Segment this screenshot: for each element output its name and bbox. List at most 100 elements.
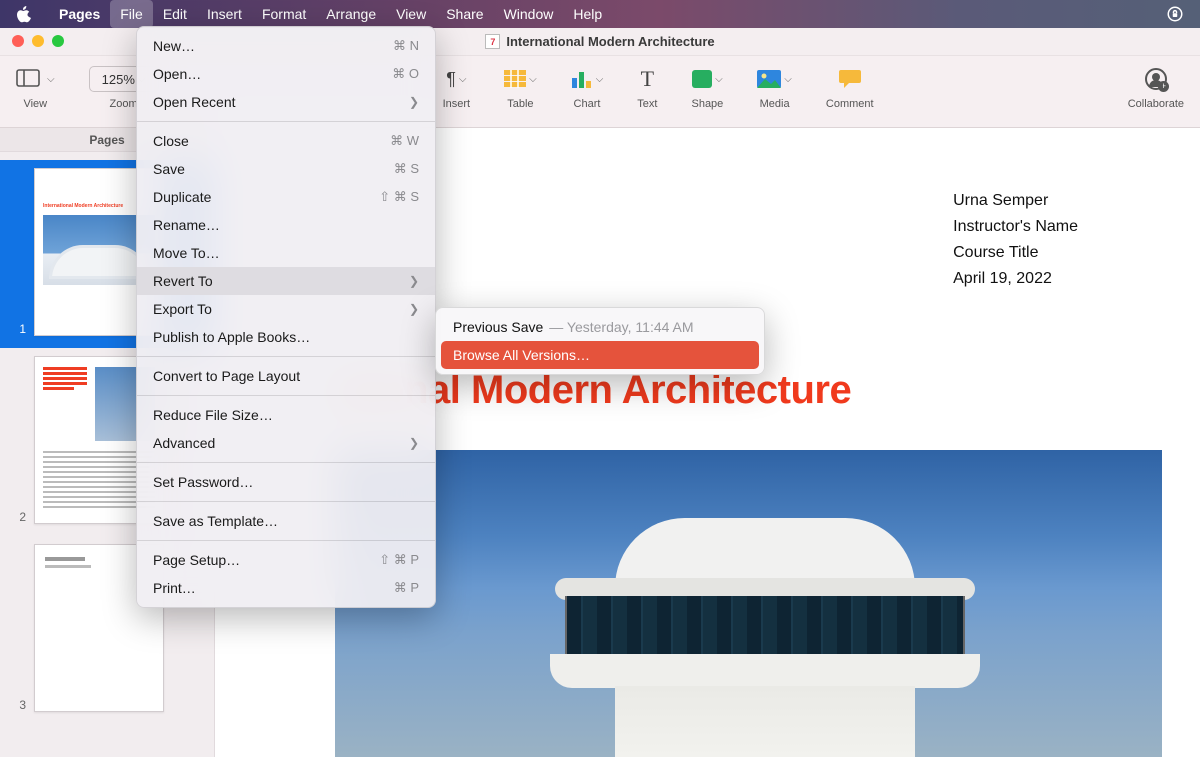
- system-menubar: Pages File Edit Insert Format Arrange Vi…: [0, 0, 1200, 28]
- toolbar-view-label: View: [23, 98, 47, 110]
- menu-item-label: Reduce File Size…: [153, 407, 273, 423]
- collaborate-icon: +: [1145, 66, 1167, 92]
- menu-item-shortcut: ⌘ N: [393, 38, 419, 54]
- lock-menubar-icon[interactable]: [1166, 5, 1184, 23]
- menu-insert[interactable]: Insert: [197, 0, 252, 28]
- menu-view[interactable]: View: [386, 0, 436, 28]
- menu-separator: [137, 540, 435, 541]
- page-number: 2: [14, 510, 26, 524]
- toolbar-chart-label: Chart: [574, 98, 601, 110]
- file-menu-print[interactable]: Print… ⌘ P: [137, 574, 435, 602]
- view-icon: ⌵: [16, 66, 55, 92]
- toolbar-shape[interactable]: ⌵ Shape: [691, 66, 723, 110]
- menu-share[interactable]: Share: [436, 0, 493, 28]
- file-menu-advanced[interactable]: Advanced❯: [137, 429, 435, 457]
- toolbar-insert-label: Insert: [443, 98, 471, 110]
- menu-item-label: Revert To: [153, 273, 213, 289]
- toolbar-text[interactable]: T Text: [637, 66, 657, 110]
- toolbar-media[interactable]: ⌵ Media: [757, 66, 792, 110]
- menu-item-label: Page Setup…: [153, 552, 240, 568]
- table-icon: ⌵: [504, 66, 537, 92]
- menu-help[interactable]: Help: [563, 0, 612, 28]
- menu-item-shortcut: ⌘ O: [392, 66, 419, 82]
- submenu-browse-versions[interactable]: Browse All Versions…: [441, 341, 759, 369]
- toolbar-media-label: Media: [760, 98, 790, 110]
- file-menu-export-to[interactable]: Export To ❯: [137, 295, 435, 323]
- toolbar-shape-label: Shape: [691, 98, 723, 110]
- doc-date: April 19, 2022: [953, 266, 1078, 292]
- file-menu-open[interactable]: Open… ⌘ O: [137, 60, 435, 88]
- window-close-button[interactable]: [12, 35, 24, 47]
- chevron-right-icon: ❯: [409, 274, 419, 288]
- file-menu-page-setup[interactable]: Page Setup…⇧ ⌘ P: [137, 546, 435, 574]
- doc-instructor: Instructor's Name: [953, 214, 1078, 240]
- menu-file[interactable]: File: [110, 0, 153, 28]
- revert-to-submenu: Previous Save — Yesterday, 11:44 AM Brow…: [435, 307, 765, 375]
- toolbar-comment[interactable]: Comment: [826, 66, 874, 110]
- menu-item-shortcut: ⌘ S: [394, 161, 419, 177]
- document-title: International Modern Architecture: [506, 34, 714, 49]
- menu-separator: [137, 121, 435, 122]
- menu-item-label: Advanced: [153, 435, 215, 451]
- doc-course: Course Title: [953, 240, 1078, 266]
- toolbar-insert[interactable]: ¶⌵ Insert: [443, 66, 471, 110]
- toolbar-comment-label: Comment: [826, 98, 874, 110]
- previous-save-timestamp: — Yesterday, 11:44 AM: [549, 319, 693, 335]
- chevron-right-icon: ❯: [409, 302, 419, 316]
- window-traffic-lights: [12, 35, 64, 47]
- toolbar-view[interactable]: ⌵ View: [16, 66, 55, 110]
- menu-window[interactable]: Window: [494, 0, 564, 28]
- document-proxy-icon[interactable]: 7: [485, 34, 500, 49]
- menu-item-label: Open…: [153, 66, 201, 82]
- file-menu-convert-to-page-layout[interactable]: Convert to Page Layout: [137, 362, 435, 390]
- menu-format[interactable]: Format: [252, 0, 316, 28]
- file-menu-publish-to-apple-books[interactable]: Publish to Apple Books…: [137, 323, 435, 351]
- menu-item-shortcut: ⇧ ⌘ S: [379, 189, 419, 205]
- apple-menu-icon[interactable]: [16, 6, 31, 23]
- file-menu-save[interactable]: Save ⌘ S: [137, 155, 435, 183]
- file-menu-revert-to[interactable]: Revert To ❯: [137, 267, 435, 295]
- toolbar-chart[interactable]: ⌵ Chart: [571, 66, 604, 110]
- menu-edit[interactable]: Edit: [153, 0, 197, 28]
- window-zoom-button[interactable]: [52, 35, 64, 47]
- chevron-right-icon: ❯: [409, 95, 419, 109]
- menu-item-label: Export To: [153, 301, 212, 317]
- media-icon: ⌵: [757, 66, 792, 92]
- menu-arrange[interactable]: Arrange: [316, 0, 386, 28]
- zoom-value: 125%: [102, 72, 135, 87]
- file-menu-save-as-template[interactable]: Save as Template…: [137, 507, 435, 535]
- menu-item-label: Save as Template…: [153, 513, 278, 529]
- previous-save-label: Previous Save: [453, 319, 543, 335]
- file-menu-close[interactable]: Close⌘ W: [137, 127, 435, 155]
- toolbar-text-label: Text: [637, 98, 657, 110]
- menu-item-label: Move To…: [153, 245, 220, 261]
- menu-item-label: New…: [153, 38, 195, 54]
- file-menu-move-to[interactable]: Move To…: [137, 239, 435, 267]
- menu-item-label: Close: [153, 133, 189, 149]
- comment-icon: [839, 66, 861, 92]
- document-hero-image: [335, 450, 1162, 757]
- document-header-block: Urna Semper Instructor's Name Course Tit…: [953, 188, 1078, 292]
- app-menu-pages[interactable]: Pages: [49, 0, 110, 28]
- toolbar-table[interactable]: ⌵ Table: [504, 66, 537, 110]
- file-menu-dropdown: New… ⌘ N Open… ⌘ O Open Recent❯ Close⌘ W Save ⌘…: [136, 26, 436, 608]
- file-menu-set-password[interactable]: Set Password…: [137, 468, 435, 496]
- file-menu-duplicate[interactable]: Duplicate⇧ ⌘ S: [137, 183, 435, 211]
- submenu-previous-save[interactable]: Previous Save — Yesterday, 11:44 AM: [441, 313, 759, 341]
- window-minimize-button[interactable]: [32, 35, 44, 47]
- file-menu-reduce-file-size[interactable]: Reduce File Size…: [137, 401, 435, 429]
- file-menu-rename[interactable]: Rename…: [137, 211, 435, 239]
- menu-item-label: Save: [153, 161, 185, 177]
- menu-item-shortcut: ⌘ P: [394, 580, 419, 596]
- file-menu-open-recent[interactable]: Open Recent❯: [137, 88, 435, 116]
- file-menu-new[interactable]: New… ⌘ N: [137, 32, 435, 60]
- menu-separator: [137, 462, 435, 463]
- menu-item-label: Print…: [153, 580, 196, 596]
- menu-item-label: Set Password…: [153, 474, 253, 490]
- menu-item-label: Publish to Apple Books…: [153, 329, 310, 345]
- menu-separator: [137, 395, 435, 396]
- text-icon: T: [641, 66, 654, 92]
- pilcrow-icon: ¶⌵: [446, 66, 466, 92]
- toolbar-collaborate[interactable]: + Collaborate: [1128, 66, 1184, 110]
- browse-versions-label: Browse All Versions…: [453, 347, 590, 363]
